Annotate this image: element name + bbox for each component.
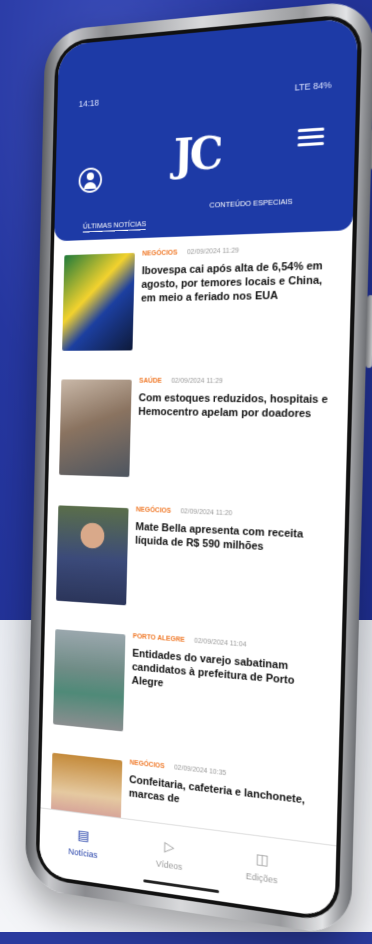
news-category: Negócios [142, 249, 178, 258]
news-date: 02/09/2024 11:04 [194, 637, 247, 649]
news-item[interactable]: Negócios 02/09/2024 11:29 Ibovespa cai a… [62, 236, 342, 351]
profile-icon[interactable] [78, 167, 103, 194]
news-meta: Porto Alegre 02/09/2024 11:04 [133, 633, 247, 649]
news-icon: ▤ [77, 826, 90, 844]
status-right: LTE 84% [294, 79, 332, 93]
app-display: 14:18 LTE 84% JC Últimas notícias Conteú… [38, 17, 359, 919]
nav-videos-label: Vídeos [155, 858, 183, 873]
news-meta: Saúde 02/09/2024 11:29 [139, 378, 223, 385]
news-meta: Negócios 02/09/2024 11:29 [142, 247, 239, 257]
app-header: 14:18 LTE 84% JC Últimas notícias Conteú… [54, 17, 359, 242]
news-category: Saúde [138, 377, 162, 385]
nav-videos[interactable]: ▷ Vídeos [136, 834, 203, 874]
nav-news-label: Notícias [68, 846, 98, 861]
news-thumbnail [59, 379, 132, 478]
phone-mockup: 14:18 LTE 84% JC Últimas notícias Conteú… [12, 0, 372, 938]
news-date: 02/09/2024 10:35 [173, 764, 227, 778]
nav-editions[interactable]: ◫ Edições [227, 846, 297, 888]
menu-icon[interactable] [297, 127, 325, 147]
news-thumbnail [56, 505, 129, 606]
news-headline: Entidades do varejo sabatinam candidatos… [131, 647, 295, 690]
news-category: Negócios [129, 759, 165, 771]
news-headline: Mate Bella apresenta com receita líquida… [134, 521, 304, 553]
tab-latest-news[interactable]: Últimas notícias [82, 219, 147, 233]
news-date: 02/09/2024 11:29 [171, 377, 223, 385]
news-meta: Negócios 02/09/2024 11:20 [136, 507, 233, 518]
status-time: 14:18 [78, 97, 100, 109]
news-date: 02/09/2024 11:29 [186, 247, 240, 257]
side-button [365, 295, 372, 368]
home-indicator [143, 879, 220, 894]
nav-editions-label: Edições [245, 870, 278, 886]
news-thumbnail [62, 252, 135, 351]
news-headline: Confeitaria, cafeteria e lanchonete, mar… [128, 774, 306, 807]
news-item[interactable]: Negócios 02/09/2024 11:20 Mate Bella apr… [56, 496, 335, 619]
edition-icon: ◫ [255, 850, 269, 868]
nav-news[interactable]: ▤ Notícias [52, 823, 115, 862]
news-headline: Com estoques reduzidos, hospitais e Hemo… [138, 392, 329, 421]
tab-special-content[interactable]: Conteúdo Especiais [209, 197, 292, 210]
news-category: Porto Alegre [132, 633, 185, 644]
phone-screen: 14:18 LTE 84% JC Últimas notícias Conteú… [35, 12, 363, 923]
news-headline: Ibovespa cai após alta de 6,54% em agost… [140, 260, 323, 305]
news-date: 02/09/2024 11:20 [180, 508, 233, 518]
news-item[interactable]: Porto Alegre 02/09/2024 11:04 Entidades … [53, 620, 331, 753]
play-icon: ▷ [164, 838, 175, 856]
news-category: Negócios [135, 506, 172, 515]
news-item[interactable]: Saúde 02/09/2024 11:29 Com estoques redu… [59, 370, 338, 483]
news-thumbnail [53, 629, 126, 732]
status-bar: 14:18 LTE 84% [79, 80, 332, 113]
app-logo: JC [173, 128, 220, 182]
